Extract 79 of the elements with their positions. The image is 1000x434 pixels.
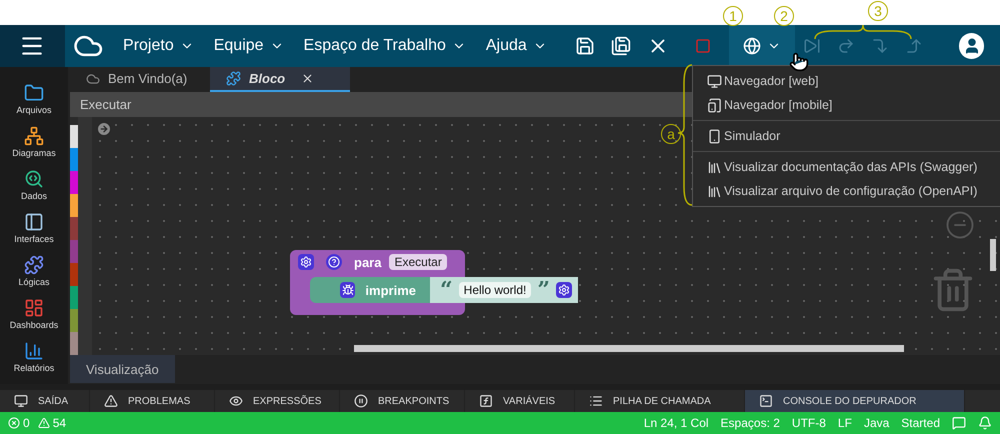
bug-icon[interactable] (340, 282, 356, 298)
menu-button[interactable]: Espaço de Trabalho (294, 37, 476, 55)
annotation-label: 3 (868, 1, 888, 21)
help-icon[interactable] (326, 254, 342, 270)
warning-icon (104, 394, 118, 408)
block-keyword: imprime (365, 282, 416, 298)
block-field[interactable]: Hello world! (458, 282, 532, 298)
pause-icon (354, 394, 368, 408)
arrow-down-icon (870, 37, 889, 55)
sidebar-item[interactable]: Interfaces (0, 212, 68, 255)
hand-cursor-icon (789, 52, 809, 72)
monitor-icon (707, 74, 722, 88)
arrow-up-icon (904, 37, 923, 55)
category-swatch[interactable] (70, 194, 78, 217)
avatar-icon[interactable] (959, 33, 984, 59)
terminal-icon (759, 394, 773, 408)
close-icon[interactable] (301, 72, 314, 85)
redo-icon (836, 37, 855, 55)
warning-icon (38, 417, 50, 429)
eye-icon (229, 394, 243, 408)
category-swatch[interactable] (70, 148, 78, 171)
annotation-label: 1 (723, 6, 743, 26)
devices-icon (707, 98, 722, 112)
save-icon (574, 36, 595, 56)
menu-item[interactable]: Navegador [web] (693, 69, 1000, 93)
menu-button[interactable]: Ajuda (476, 37, 557, 55)
panel-tab[interactable]: CONSOLE DO DEPURADOR (745, 390, 965, 412)
run-button[interactable] (728, 25, 795, 67)
quote-mark: ” (537, 279, 550, 301)
view-tab[interactable]: Visualização (70, 355, 175, 383)
menu-item[interactable]: Visualizar documentação das APIs (Swagger) (693, 155, 1000, 179)
gear-icon[interactable] (298, 254, 314, 270)
menu-item[interactable]: Navegador [mobile] (693, 93, 1000, 117)
sidebar-item[interactable]: Relatórios (0, 341, 68, 384)
toolbar-title: Executar (80, 97, 132, 112)
category-swatch[interactable] (70, 171, 78, 194)
function-icon (479, 394, 493, 408)
menu-item[interactable]: Simulador (693, 124, 1000, 148)
sidebar-item[interactable]: Dados (0, 169, 68, 212)
arrow-right-icon[interactable] (96, 121, 112, 137)
books-icon (707, 184, 722, 198)
books-icon (707, 160, 722, 174)
category-swatch[interactable] (70, 309, 78, 332)
category-swatch[interactable] (70, 332, 78, 355)
annotation-label: 2 (774, 6, 794, 26)
gear-icon[interactable] (556, 282, 572, 298)
monitor-icon (14, 394, 28, 408)
sidebar-item[interactable]: Lógicas (0, 255, 68, 298)
editor-tab[interactable]: Bem Vindo(a) (70, 67, 210, 92)
editor-tab[interactable]: Bloco (210, 67, 350, 92)
skip-icon (802, 37, 821, 55)
globe-icon (742, 37, 761, 55)
sidebar-item[interactable]: Diagramas (0, 126, 68, 169)
block-keyword: para (354, 254, 382, 270)
list-icon (589, 394, 603, 408)
menu-item[interactable]: Visualizar arquivo de configuração (OpenAPI) (693, 179, 1000, 203)
menu-button[interactable]: Equipe (204, 37, 294, 55)
feedback-icon[interactable] (952, 416, 966, 430)
quote-mark: “ (440, 279, 453, 301)
annotation-label: a (661, 124, 681, 144)
scrollbar[interactable] (354, 345, 904, 352)
category-swatch[interactable] (70, 240, 78, 263)
error-icon (8, 417, 20, 429)
phone-icon (707, 128, 722, 144)
cloud-icon (86, 72, 100, 86)
sidebar-item[interactable]: Arquivos (0, 83, 68, 126)
scrollbar[interactable] (990, 239, 996, 271)
save-all-icon (610, 36, 631, 56)
block-field[interactable]: Executar (389, 254, 447, 270)
zoom-out-icon[interactable] (945, 210, 975, 240)
sidebar-item[interactable]: Dashboards (0, 298, 68, 341)
category-swatch[interactable] (70, 286, 78, 309)
puzzle-icon (226, 71, 241, 86)
bell-icon[interactable] (978, 416, 992, 430)
category-swatch[interactable] (70, 125, 78, 148)
category-swatch[interactable] (70, 263, 78, 286)
stop-icon (694, 38, 711, 54)
category-swatch[interactable] (70, 217, 78, 240)
menu-button[interactable]: Projeto (113, 37, 204, 55)
